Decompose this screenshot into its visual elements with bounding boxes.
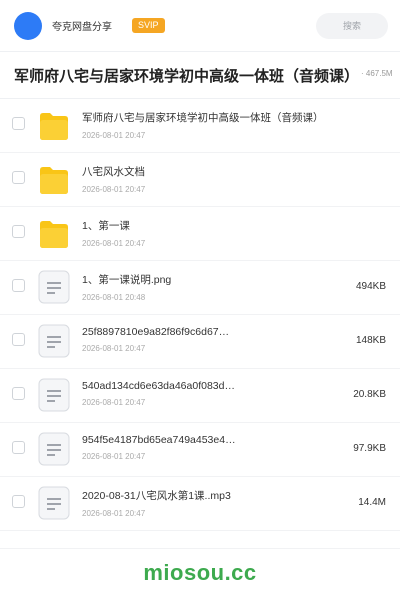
file-info: 八宅风水文档 2026-08-01 20:47 (82, 164, 145, 194)
document-icon (38, 486, 70, 520)
file-date: 2026-08-01 20:47 (82, 452, 146, 461)
file-row[interactable]: 540ad134cd6e63da46a0f083d… 2026-08-01 20… (0, 369, 400, 423)
file-date: 2026-08-01 20:48 (82, 293, 146, 302)
file-info: 25f8897810e9a82f86f9c6d67… 2026-08-01 20… (82, 326, 229, 353)
file-info: 2020-08-31八宅风水第1课..mp3 2026-08-01 20:47 (82, 488, 231, 518)
file-info: 1、第一课说明.png 2026-08-01 20:48 (82, 272, 171, 302)
select-checkbox[interactable] (12, 495, 25, 508)
file-row[interactable]: 1、第一课 2026-08-01 20:47 (0, 207, 400, 261)
file-date: 2026-08-01 20:47 (82, 131, 146, 140)
file-info: 军师府八宅与居家环境学初中高级一体班（音频课） 2026-08-01 20:47 (82, 110, 324, 140)
file-row[interactable]: 954f5e4187bd65ea749a453e4… 2026-08-01 20… (0, 423, 400, 477)
svip-badge[interactable]: SVIP (132, 18, 165, 33)
file-name: 954f5e4187bd65ea749a453e4… (82, 434, 236, 446)
share-title-row: 军师府八宅与居家环境学初中高级一体班（音频课） · 467.5M (0, 53, 400, 99)
app-logo[interactable] (14, 11, 42, 40)
file-row[interactable]: 2020-08-31八宅风水第1课..mp3 2026-08-01 20:47 … (0, 477, 400, 531)
file-name: 1、第一课 (82, 220, 130, 232)
file-info: 540ad134cd6e63da46a0f083d… 2026-08-01 20… (82, 380, 235, 407)
select-checkbox[interactable] (12, 441, 25, 454)
divider (0, 548, 400, 549)
search-input[interactable] (316, 12, 388, 39)
document-icon (38, 270, 70, 304)
file-name: 540ad134cd6e63da46a0f083d… (82, 380, 235, 392)
share-title: 军师府八宅与居家环境学初中高级一体班（音频课） (14, 68, 360, 85)
file-info: 1、第一课 2026-08-01 20:47 (82, 218, 145, 248)
app-name: 夸克网盘分享 (52, 22, 112, 33)
file-name: 八宅风水文档 (82, 166, 145, 178)
file-size: 20.8KB (353, 389, 386, 400)
folder-icon (38, 162, 70, 196)
file-row[interactable]: 1、第一课说明.png 2026-08-01 20:48 494KB (0, 261, 400, 315)
document-icon (38, 324, 70, 358)
file-date: 2026-08-01 20:47 (82, 398, 146, 407)
file-date: 2026-08-01 20:47 (82, 344, 146, 353)
file-row[interactable]: 军师府八宅与居家环境学初中高级一体班（音频课） 2026-08-01 20:47 (0, 99, 400, 153)
file-name: 1、第一课说明.png (82, 274, 172, 286)
file-row[interactable]: 25f8897810e9a82f86f9c6d67… 2026-08-01 20… (0, 315, 400, 369)
folder-icon (38, 216, 70, 250)
file-size: 14.4M (358, 497, 386, 508)
watermark: miosou.cc (143, 560, 257, 585)
document-icon (38, 432, 70, 466)
file-date: 2026-08-01 20:47 (82, 239, 146, 248)
file-date: 2026-08-01 20:47 (82, 509, 146, 518)
select-checkbox[interactable] (12, 333, 25, 346)
file-name: 2020-08-31八宅风水第1课..mp3 (82, 490, 231, 502)
select-checkbox[interactable] (12, 117, 25, 130)
file-name: 军师府八宅与居家环境学初中高级一体班（音频课） (82, 112, 324, 124)
file-date: 2026-08-01 20:47 (82, 185, 146, 194)
file-size: 494KB (355, 281, 386, 292)
select-checkbox[interactable] (12, 225, 25, 238)
file-list: 军师府八宅与居家环境学初中高级一体班（音频课） 2026-08-01 20:47… (0, 99, 400, 531)
file-size: 148KB (355, 335, 386, 346)
share-size: · 467.5M (361, 69, 393, 78)
file-row[interactable]: 八宅风水文档 2026-08-01 20:47 (0, 153, 400, 207)
file-info: 954f5e4187bd65ea749a453e4… 2026-08-01 20… (82, 434, 236, 461)
share-page: 夸克网盘分享 SVIP 军师府八宅与居家环境学初中高级一体班（音频课） · 46… (0, 0, 400, 600)
select-checkbox[interactable] (12, 387, 25, 400)
document-icon (38, 378, 70, 412)
file-name: 25f8897810e9a82f86f9c6d67… (82, 326, 230, 338)
select-checkbox[interactable] (12, 279, 25, 292)
app-header: 夸克网盘分享 SVIP (0, 0, 400, 52)
file-size: 97.9KB (353, 443, 386, 454)
folder-icon (38, 108, 70, 142)
select-checkbox[interactable] (12, 171, 25, 184)
